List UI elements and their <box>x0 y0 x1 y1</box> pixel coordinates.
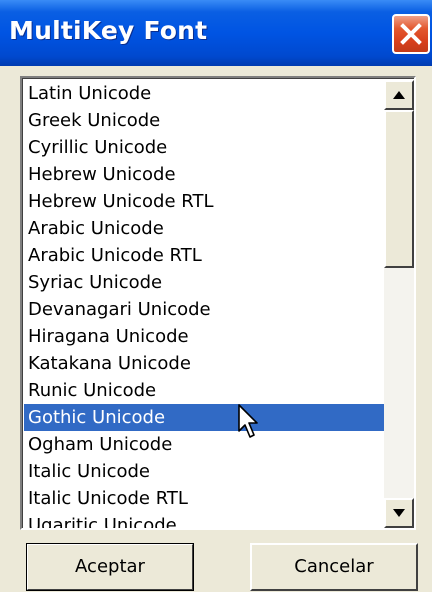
list-item[interactable]: Cyrillic Unicode <box>24 134 384 161</box>
cancel-button[interactable]: Cancelar <box>250 543 418 591</box>
list-item[interactable]: Ogham Unicode <box>24 431 384 458</box>
list-item[interactable]: Latin Unicode <box>24 80 384 107</box>
list-item[interactable]: Italic Unicode <box>24 458 384 485</box>
list-item[interactable]: Greek Unicode <box>24 107 384 134</box>
list-item[interactable]: Devanagari Unicode <box>24 296 384 323</box>
list-item[interactable]: Hebrew Unicode <box>24 161 384 188</box>
list-item[interactable]: Hebrew Unicode RTL <box>24 188 384 215</box>
mouse-pointer-icon <box>238 404 258 438</box>
arrow-up-icon <box>393 91 405 99</box>
list-item[interactable]: Arabic Unicode RTL <box>24 242 384 269</box>
window-title: MultiKey Font <box>9 16 208 45</box>
scrollbar-thumb[interactable] <box>384 110 414 268</box>
scroll-down-button[interactable] <box>384 498 414 528</box>
font-listbox[interactable]: Latin Unicode Greek Unicode Cyrillic Uni… <box>20 76 416 530</box>
list-item[interactable]: Ugaritic Unicode <box>24 512 384 528</box>
close-icon <box>400 23 422 45</box>
list-item[interactable]: Italic Unicode RTL <box>24 485 384 512</box>
list-item[interactable]: Syriac Unicode <box>24 269 384 296</box>
list-item[interactable]: Runic Unicode <box>24 377 384 404</box>
arrow-down-icon <box>393 509 405 517</box>
list-item[interactable]: Hiragana Unicode <box>24 323 384 350</box>
close-button[interactable] <box>392 14 430 54</box>
list-item[interactable]: Katakana Unicode <box>24 350 384 377</box>
accept-button[interactable]: Aceptar <box>26 543 194 591</box>
list-item-selected[interactable]: Gothic Unicode <box>24 404 384 431</box>
list-item[interactable]: Arabic Unicode <box>24 215 384 242</box>
vertical-scrollbar[interactable] <box>384 80 414 528</box>
scroll-up-button[interactable] <box>384 80 414 110</box>
font-list: Latin Unicode Greek Unicode Cyrillic Uni… <box>24 80 384 528</box>
title-bar[interactable]: MultiKey Font <box>0 0 432 66</box>
